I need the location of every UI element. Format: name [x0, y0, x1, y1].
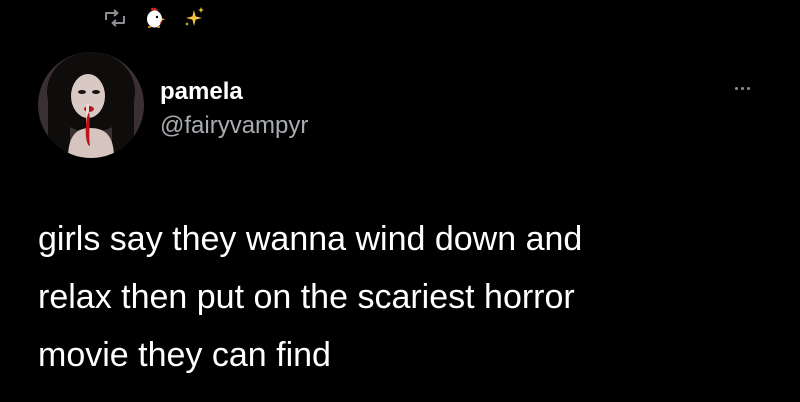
avatar[interactable] — [38, 52, 144, 158]
retweet-icon[interactable] — [104, 9, 126, 27]
handle[interactable]: @fairyvampyr — [160, 112, 308, 140]
more-dot — [746, 86, 750, 90]
tweet-text-line: relax then put on the scariest horror — [38, 278, 575, 316]
more-options-button[interactable] — [724, 78, 760, 98]
tweet-text-line: girls say they wanna wind down and — [38, 220, 583, 258]
social-context-row — [104, 6, 206, 30]
tweet-text: girls say they wanna wind down and relax… — [38, 210, 778, 384]
sparkles-emoji-icon — [182, 6, 206, 30]
display-name[interactable]: pamela — [160, 78, 243, 106]
more-dot — [734, 86, 738, 90]
tweet-text-line: movie they can find — [38, 336, 331, 374]
more-dot — [740, 86, 744, 90]
chicken-emoji-icon — [142, 6, 166, 30]
